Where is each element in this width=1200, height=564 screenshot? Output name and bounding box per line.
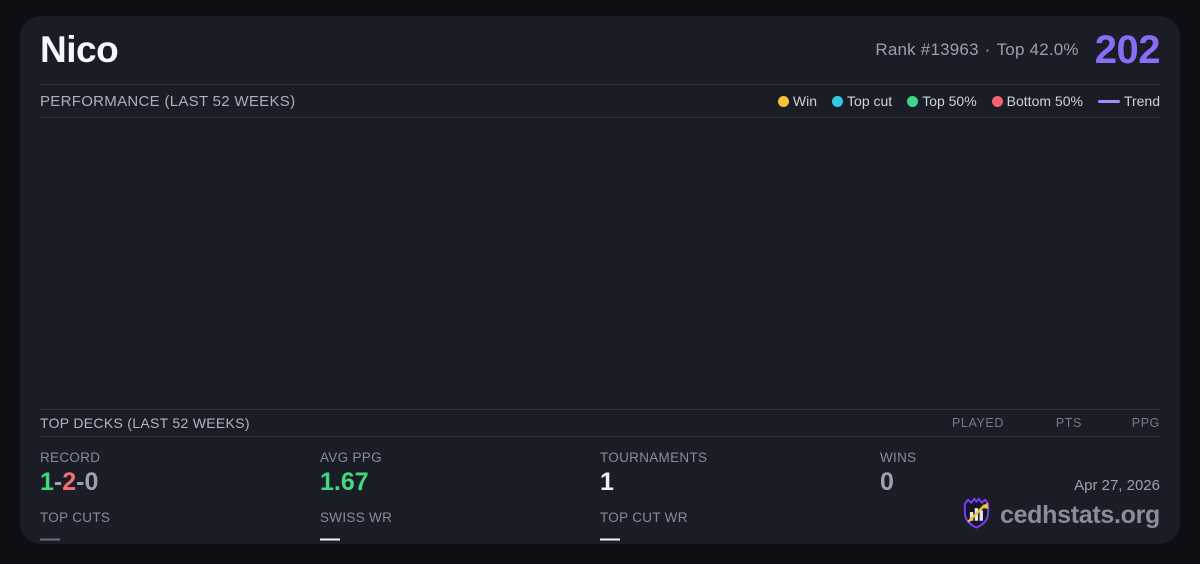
stat-label: WINS — [880, 450, 917, 465]
column-header-ppg: PPG — [1131, 416, 1160, 430]
tournaments-value: 1 — [600, 468, 614, 496]
legend-item-win[interactable]: Win — [777, 93, 818, 109]
brand[interactable]: cedhstats.org — [961, 496, 1160, 534]
legend-label: Win — [792, 93, 818, 109]
performance-title: PERFORMANCE (LAST 52 WEEKS) — [40, 92, 296, 110]
card-footer: Apr 27, 2026 cedhstats.org — [961, 477, 1160, 534]
stat-label: AVG PPG — [320, 450, 382, 465]
stat-sublabel: TOP CUTS — [40, 509, 111, 525]
legend-label: Top 50% — [922, 93, 977, 109]
top-percent-text: Top 42.0% — [996, 40, 1079, 59]
legend-label: Top cut — [847, 93, 893, 109]
record-draws: 0 — [84, 468, 99, 496]
stat-avg-ppg: AVG PPG 1.67 SWISS WR — — [320, 437, 600, 552]
stat-label: RECORD — [40, 450, 101, 465]
record-dash: - — [53, 468, 63, 496]
player-stats-card: Nico Rank #13963 · Top 42.0% 202 PERFORMAN… — [20, 16, 1180, 550]
column-header-pts: PTS — [1055, 416, 1082, 430]
top-decks-columns: PLAYED PTS PPG — [926, 416, 1160, 430]
avg-ppg-value: 1.67 — [320, 468, 369, 496]
legend-label: Trend — [1123, 93, 1160, 109]
top-cuts-value: — — [40, 527, 60, 550]
brand-name: cedhstats.org — [999, 500, 1160, 529]
top-cut-dot-icon — [832, 95, 844, 107]
bottom-50-dot-icon — [991, 95, 1003, 107]
card-header: Nico Rank #13963 · Top 42.0% 202 — [40, 16, 1161, 84]
chart-legend: Win Top cut Top 50% Bottom 50% Trend — [777, 93, 1160, 109]
stat-tournaments: TOURNAMENTS 1 TOP CUT WR — — [600, 437, 880, 552]
swiss-wr-value: — — [320, 527, 340, 550]
rank-summary: Rank #13963 · Top 42.0% — [875, 40, 1078, 60]
stat-sublabel: TOP CUT WR — [600, 509, 688, 525]
record-wins: 1 — [40, 468, 54, 496]
rank-text: Rank #13963 — [875, 40, 979, 59]
legend-item-trend[interactable]: Trend — [1097, 93, 1160, 109]
legend-item-top-cut[interactable]: Top cut — [832, 93, 892, 109]
generated-date: Apr 27, 2026 — [1074, 477, 1160, 494]
dot-separator: · — [984, 40, 991, 59]
record-value: 1-2-0 — [40, 468, 320, 497]
legend-item-bottom-50[interactable]: Bottom 50% — [991, 93, 1083, 109]
points-value: 202 — [1094, 27, 1161, 72]
stat-label: TOURNAMENTS — [600, 450, 708, 465]
win-dot-icon — [777, 95, 789, 107]
trend-line-icon — [1097, 99, 1120, 103]
column-header-played: PLAYED — [951, 416, 1004, 430]
top-decks-title: TOP DECKS (LAST 52 WEEKS) — [40, 415, 250, 431]
stat-record: RECORD 1-2-0 TOP CUTS — — [40, 437, 320, 552]
record-losses: 2 — [62, 468, 77, 496]
header-right: Rank #13963 · Top 42.0% 202 — [875, 28, 1160, 73]
top-decks-header: TOP DECKS (LAST 52 WEEKS) PLAYED PTS PPG — [40, 410, 1160, 436]
legend-label: Bottom 50% — [1006, 93, 1083, 109]
legend-item-top-50[interactable]: Top 50% — [907, 93, 977, 109]
cedhstats-logo-icon — [961, 496, 992, 534]
top-cut-wr-value: — — [600, 527, 620, 550]
stat-sublabel: SWISS WR — [320, 509, 393, 525]
performance-chart — [40, 118, 1160, 409]
performance-section-header: PERFORMANCE (LAST 52 WEEKS) Win Top cut … — [40, 85, 1160, 117]
player-name: Nico — [40, 29, 119, 70]
top-50-dot-icon — [907, 95, 919, 107]
